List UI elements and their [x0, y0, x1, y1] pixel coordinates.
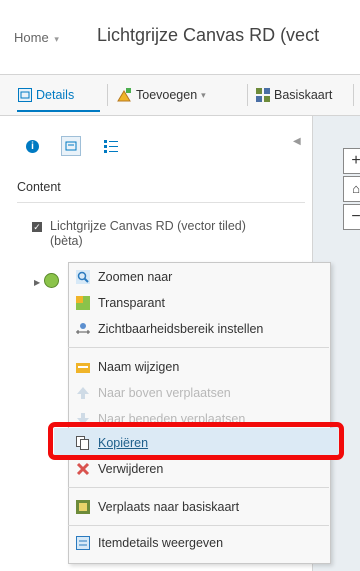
add-button[interactable]: Toevoegen ▾ [117, 88, 206, 102]
details-icon [18, 88, 32, 102]
collapse-panel-icon[interactable]: ◀ [293, 136, 301, 147]
basemap-icon [256, 88, 270, 102]
legend-list-icon[interactable] [103, 138, 119, 154]
zoom-to-icon [76, 270, 90, 284]
move-up-icon [77, 387, 89, 399]
visibility-range-icon [76, 323, 90, 334]
menu-separator [68, 525, 329, 526]
menu-item-label: Itemdetails weergeven [98, 536, 224, 550]
menu-separator [68, 347, 329, 348]
content-heading: Content [17, 180, 61, 194]
toolbar-separator [247, 84, 248, 106]
menu-separator [68, 487, 329, 488]
menu-item-rename[interactable]: Naam wijzigen [76, 356, 179, 378]
map-title: Lichtgrijze Canvas RD (vect [97, 25, 320, 45]
zoom-out-button[interactable]: − [343, 204, 360, 230]
details-label: Details [36, 88, 75, 102]
menu-item-move-to-basemap[interactable]: Verplaats naar basiskaart [76, 496, 239, 518]
info-icon[interactable]: i [26, 139, 39, 153]
zoom-in-button[interactable]: + [343, 148, 360, 174]
menu-item-label: Zoomen naar [98, 270, 173, 284]
add-label: Toevoegen [136, 88, 198, 102]
item-details-icon [76, 536, 90, 550]
expand-arrow-icon[interactable]: ▶ [34, 278, 40, 287]
menu-item-label: Transparant [98, 296, 165, 310]
menu-item-item-details[interactable]: Itemdetails weergeven [76, 532, 223, 554]
home-label: Home [14, 30, 49, 45]
toolbar-separator [353, 84, 354, 106]
home-extent-button[interactable]: ⌂ [343, 176, 360, 202]
menu-item-label: Verwijderen [98, 462, 164, 476]
basemap-button[interactable]: Basiskaart [256, 88, 332, 102]
layer-globe-icon [44, 273, 59, 288]
details-tab-icon[interactable] [61, 136, 81, 156]
content-divider [17, 202, 305, 203]
menu-item-visibility-range[interactable]: Zichtbaarheidsbereik instellen [76, 318, 263, 340]
chevron-down-icon: ▾ [54, 34, 59, 44]
menu-item-remove[interactable]: Verwijderen [76, 458, 163, 480]
menu-item-label: Naam wijzigen [98, 360, 180, 374]
highlight-annotation [48, 422, 344, 460]
rename-icon [76, 363, 90, 373]
move-to-basemap-icon [76, 500, 90, 514]
chevron-down-icon: ▾ [201, 89, 206, 100]
add-layer-icon [117, 88, 131, 102]
menu-item-move-up[interactable]: Naar boven verplaatsen [76, 382, 231, 404]
remove-icon [76, 462, 90, 476]
menu-item-label: Naar boven verplaatsen [98, 386, 231, 400]
toolbar-separator [107, 84, 108, 106]
menu-item-label: Verplaats naar basiskaart [98, 500, 240, 514]
transparency-icon [76, 296, 90, 310]
panel-tabs: i [26, 136, 119, 156]
basemap-label: Basiskaart [274, 88, 333, 102]
layer-name[interactable]: Lichtgrijze Canvas RD (vector tiled) (bè… [50, 219, 270, 249]
layer-visibility-checkbox[interactable]: ✓ [32, 222, 42, 232]
menu-item-label: Zichtbaarheidsbereik instellen [98, 322, 264, 336]
menu-item-zoom-to[interactable]: Zoomen naar [76, 266, 172, 288]
details-button[interactable]: Details [18, 88, 74, 102]
home-menu[interactable]: Home ▾ [14, 30, 59, 45]
menu-item-transparency[interactable]: Transparant [76, 292, 165, 314]
details-active-indicator [17, 110, 100, 112]
